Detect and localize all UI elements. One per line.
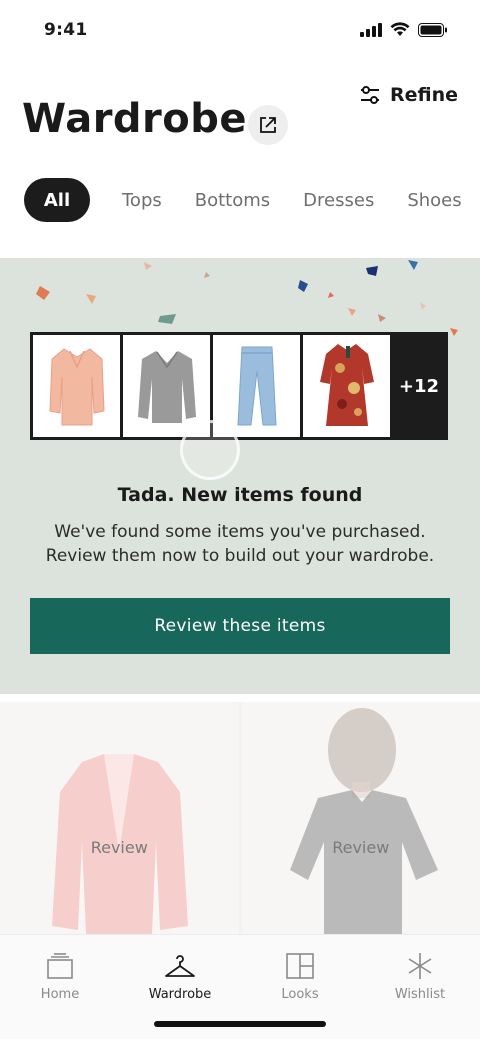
nav-wardrobe-label: Wardrobe	[148, 987, 212, 1002]
blouse-image	[48, 348, 105, 426]
tab-bottoms[interactable]: Bottoms	[195, 190, 270, 211]
tab-tops[interactable]: Tops	[122, 190, 162, 211]
refine-label: Refine	[389, 84, 458, 106]
status-icons	[360, 22, 448, 37]
battery-icon	[418, 22, 447, 37]
category-tabs: All Tops Bottoms Dresses Shoes	[24, 178, 480, 222]
banner-description-line-2: Review them now to build out your wardro…	[45, 546, 435, 566]
review-items-button[interactable]: Review these items	[30, 598, 450, 654]
nav-looks-label: Looks	[281, 987, 319, 1002]
dress-image	[319, 344, 374, 426]
home-indicator[interactable]	[154, 1021, 326, 1027]
jeans-thumbnail[interactable]	[213, 335, 303, 437]
jeans-image	[236, 346, 277, 426]
home-icon	[47, 953, 73, 979]
share-button[interactable]	[248, 105, 288, 145]
wifi-icon	[390, 22, 410, 36]
sparkle-icon	[408, 953, 432, 979]
banner-description-line-1: We've found some items you've purchased.	[54, 522, 426, 542]
page-title: Wardrobe	[22, 96, 248, 142]
review-label: Review	[90, 838, 148, 857]
banner-description: We've found some items you've purchased.…	[0, 520, 480, 568]
looks-icon	[286, 953, 314, 979]
new-items-strip[interactable]: +12	[30, 332, 448, 440]
new-items-banner: +12 Tada. New items found We've found so…	[0, 258, 480, 694]
tab-all[interactable]: All	[24, 178, 90, 222]
status-time: 9:41	[44, 20, 88, 40]
tap-indicator	[180, 420, 240, 480]
nav-wishlist-label: Wishlist	[394, 987, 446, 1002]
wardrobe-item-card[interactable]: Review	[241, 702, 480, 934]
banner-title: Tada. New items found	[117, 484, 363, 506]
nav-home[interactable]: Home	[0, 935, 120, 1039]
review-label: Review	[332, 838, 390, 857]
filter-icon	[360, 86, 379, 104]
nav-wishlist[interactable]: Wishlist	[360, 935, 480, 1039]
refine-button[interactable]: Refine	[360, 84, 458, 106]
signal-icon	[360, 22, 382, 37]
pink-blazer-image	[52, 754, 188, 934]
tab-dresses[interactable]: Dresses	[303, 190, 374, 211]
confetti-decoration	[36, 260, 458, 336]
hanger-icon	[165, 955, 195, 977]
wardrobe-grid: Review Review	[0, 702, 480, 934]
sweater-image	[137, 351, 196, 423]
blouse-thumbnail[interactable]	[33, 335, 123, 437]
dress-thumbnail[interactable]	[303, 335, 393, 437]
tab-shoes[interactable]: Shoes	[407, 190, 461, 211]
more-items-count[interactable]: +12	[393, 335, 445, 437]
nav-home-label: Home	[40, 987, 80, 1002]
status-bar: 9:41	[0, 0, 480, 62]
wardrobe-item-card[interactable]: Review	[0, 702, 239, 934]
model-tshirt-image	[289, 708, 438, 934]
share-icon	[260, 117, 276, 133]
